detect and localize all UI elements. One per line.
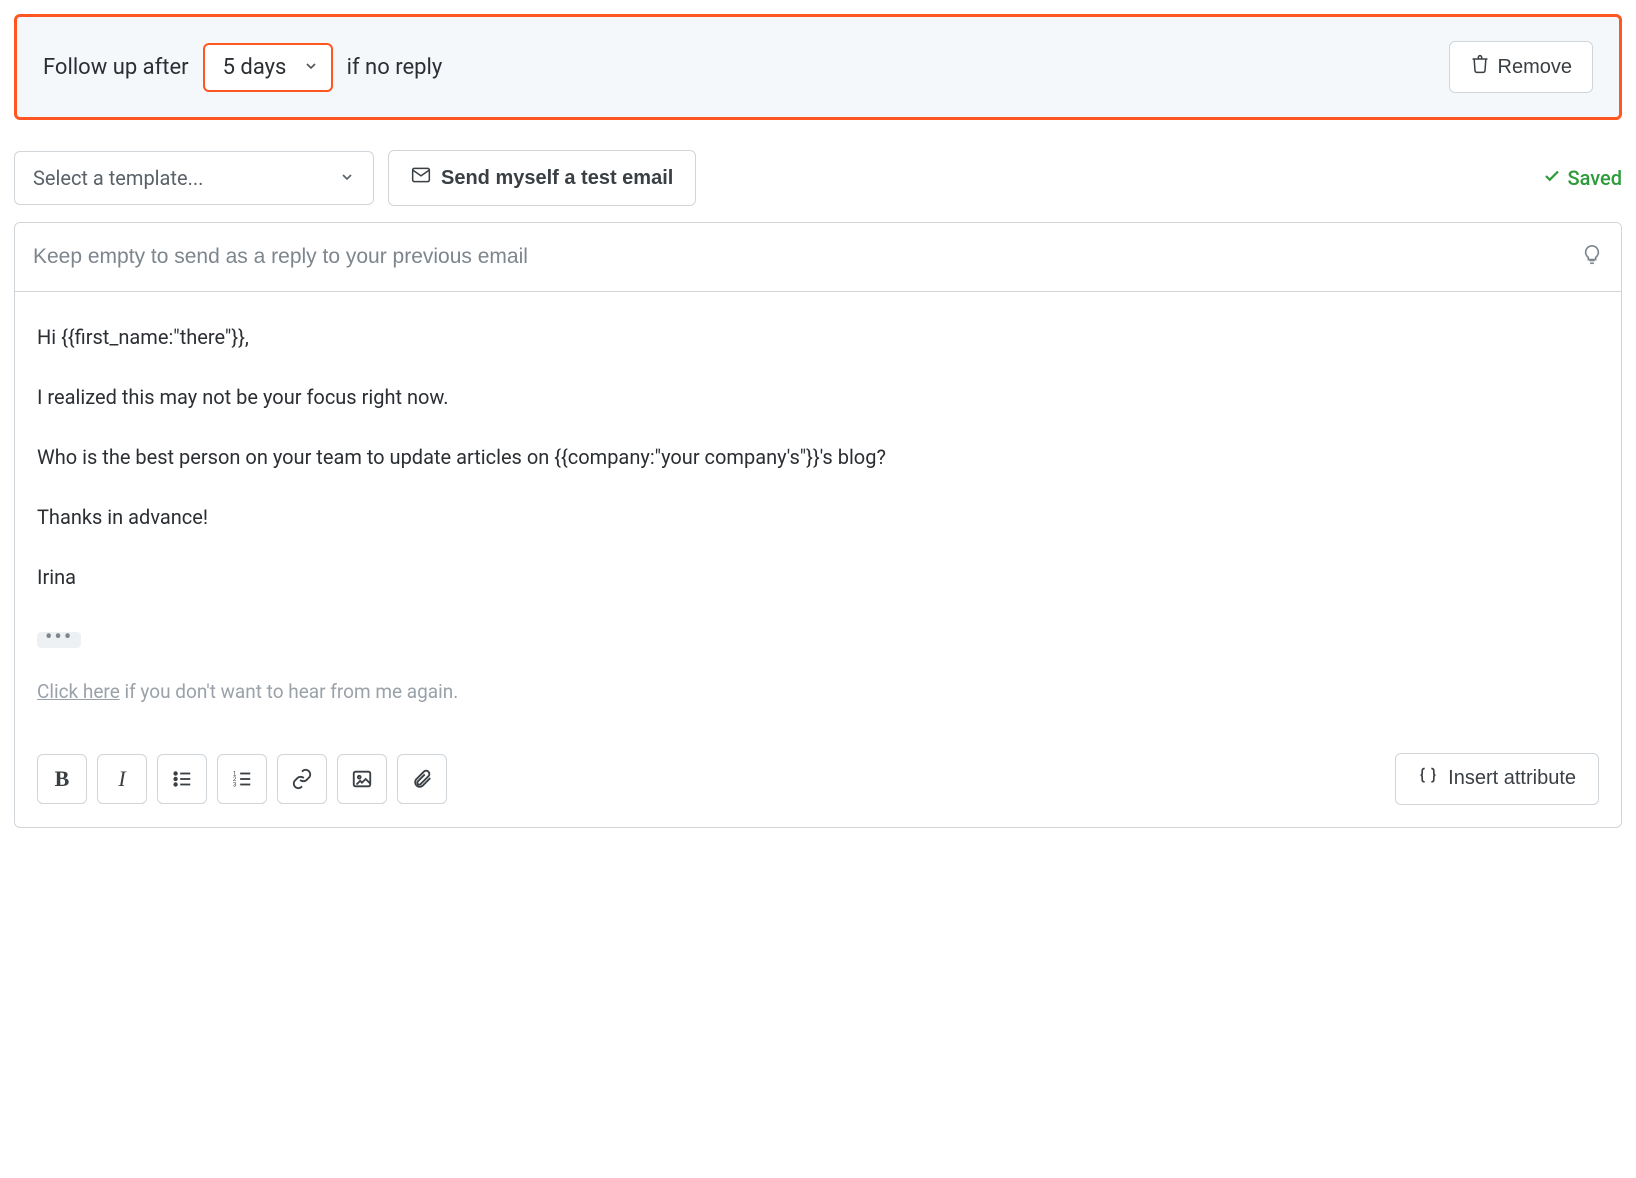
signature-name: Irina (37, 562, 1599, 592)
followup-prefix: Follow up after (43, 55, 189, 80)
trash-icon (1470, 54, 1490, 80)
svg-text:3: 3 (233, 781, 237, 788)
body-greeting: Hi {{first_name:"there"}}, (37, 322, 1599, 352)
body-line-1: I realized this may not be your focus ri… (37, 382, 1599, 412)
body-line-3: Thanks in advance! (37, 502, 1599, 532)
subject-input[interactable] (33, 223, 1581, 291)
italic-button[interactable]: I (97, 754, 147, 804)
saved-badge: Saved (1543, 166, 1622, 190)
braces-icon (1418, 766, 1438, 792)
saved-label: Saved (1567, 166, 1622, 190)
chevron-down-icon (303, 55, 319, 80)
insert-attribute-label: Insert attribute (1448, 767, 1576, 790)
followup-suffix: if no reply (347, 55, 443, 80)
unsubscribe-link[interactable]: Click here (37, 680, 120, 703)
body-line-2: Who is the best person on your team to u… (37, 442, 1599, 472)
attachment-button[interactable] (397, 754, 447, 804)
chevron-down-icon (339, 166, 355, 190)
editor-toolbar: B I 123 Insert attribute (15, 743, 1621, 827)
bold-button[interactable]: B (37, 754, 87, 804)
template-placeholder: Select a template... (33, 166, 203, 190)
email-body[interactable]: Hi {{first_name:"there"}}, I realized th… (15, 292, 1621, 743)
followup-delay-select[interactable]: 5 days (203, 43, 333, 92)
expand-signature-toggle[interactable]: ••• (37, 632, 81, 648)
unsubscribe-rest: if you don't want to hear from me again. (120, 680, 458, 703)
numbered-list-button[interactable]: 123 (217, 754, 267, 804)
send-test-label: Send myself a test email (441, 167, 673, 190)
followup-delay-value: 5 days (223, 55, 287, 80)
template-select[interactable]: Select a template... (14, 151, 374, 205)
bullet-list-button[interactable] (157, 754, 207, 804)
remove-label: Remove (1498, 56, 1572, 79)
image-button[interactable] (337, 754, 387, 804)
envelope-icon (411, 165, 431, 191)
followup-bar: Follow up after 5 days if no reply Remov… (14, 14, 1622, 120)
unsubscribe-line: Click here if you don't want to hear fro… (37, 678, 1599, 707)
remove-button[interactable]: Remove (1449, 41, 1593, 93)
subject-row (15, 223, 1621, 292)
insert-attribute-button[interactable]: Insert attribute (1395, 753, 1599, 805)
link-button[interactable] (277, 754, 327, 804)
check-icon (1543, 166, 1561, 190)
controls-row: Select a template... Send myself a test … (14, 150, 1622, 206)
editor-card: Hi {{first_name:"there"}}, I realized th… (14, 222, 1622, 828)
lightbulb-icon[interactable] (1581, 244, 1603, 271)
send-test-button[interactable]: Send myself a test email (388, 150, 696, 206)
